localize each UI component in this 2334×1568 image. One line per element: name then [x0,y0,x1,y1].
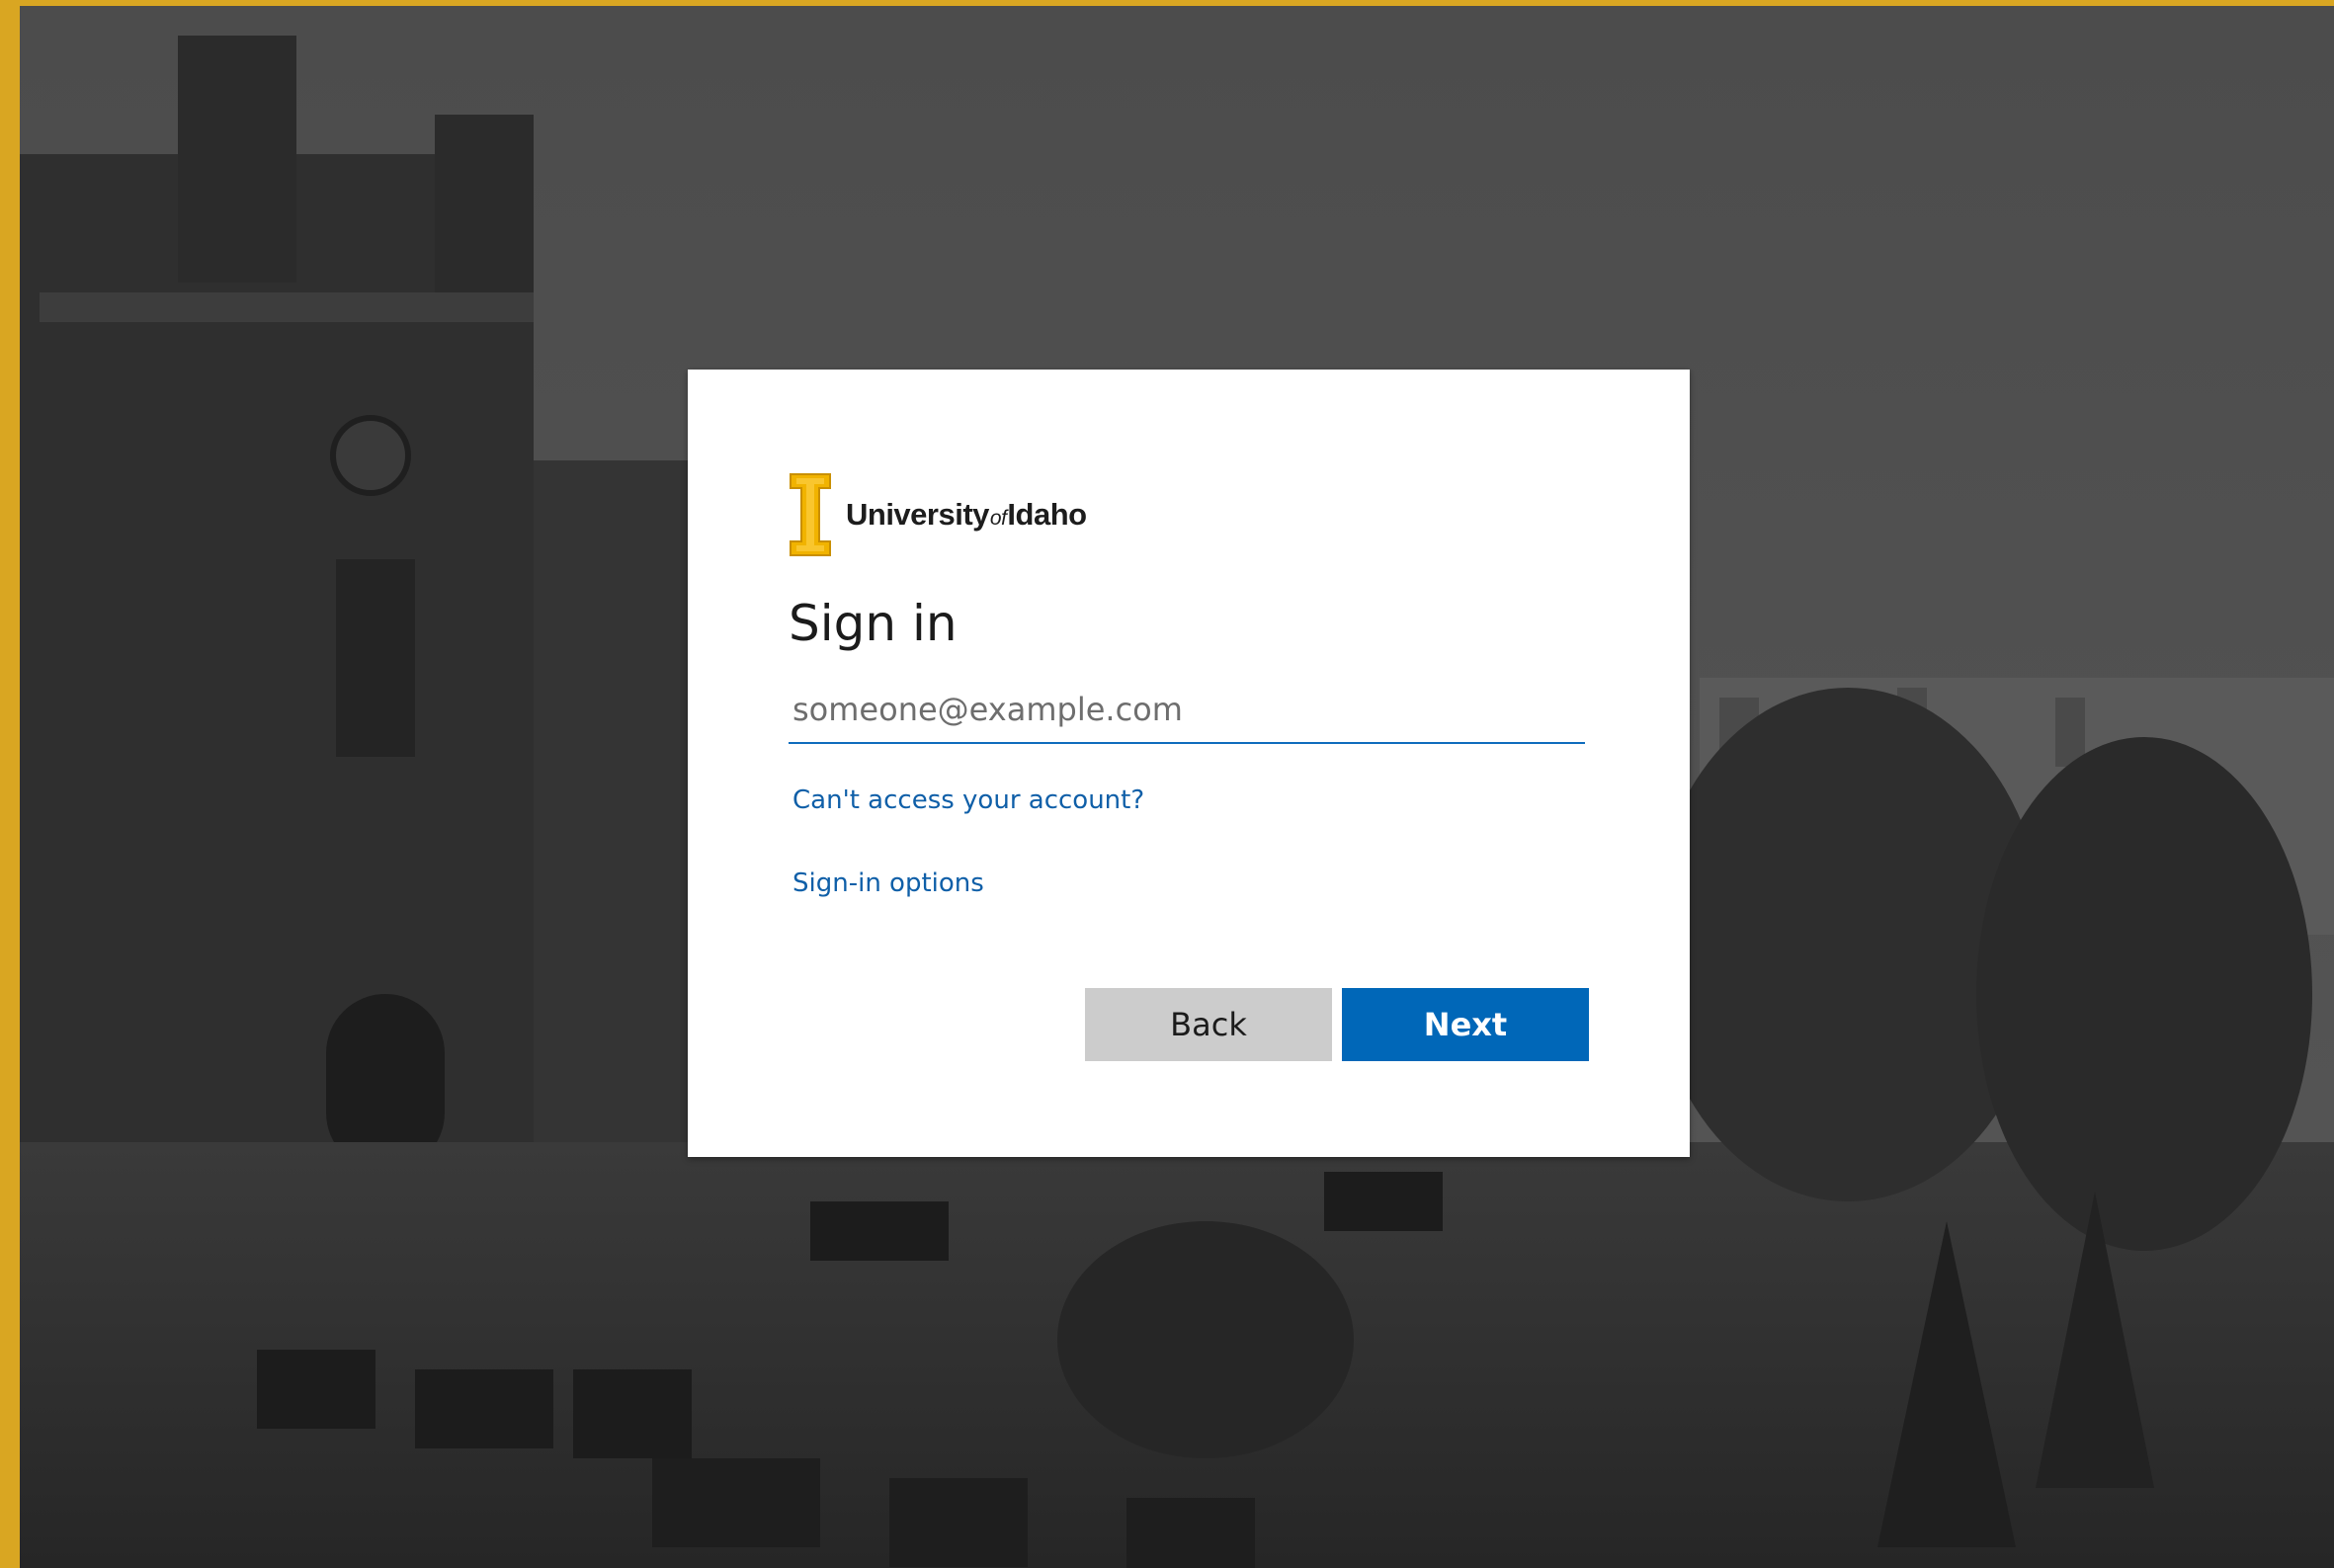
back-button[interactable]: Back [1085,988,1332,1061]
page-title: Sign in [789,595,958,652]
email-field-container [789,687,1585,744]
wordmark-university: University [846,497,989,532]
university-i-logo-icon [790,473,831,556]
screen-frame: UniversityofIdaho Sign in Can't access y… [0,0,2334,1568]
cant-access-account-link[interactable]: Can't access your account? [792,785,1587,815]
university-wordmark: UniversityofIdaho [846,497,1087,533]
signin-options-link[interactable]: Sign-in options [792,868,1587,898]
button-row: Back Next [1085,988,1589,1061]
next-button[interactable]: Next [1342,988,1589,1061]
wordmark-of: of [989,507,1007,530]
email-input[interactable] [789,687,1585,742]
wordmark-idaho: Idaho [1007,497,1087,532]
signin-card: UniversityofIdaho Sign in Can't access y… [688,370,1690,1157]
university-logo: UniversityofIdaho [789,472,1587,557]
background-campus-photo: UniversityofIdaho Sign in Can't access y… [20,6,2334,1568]
